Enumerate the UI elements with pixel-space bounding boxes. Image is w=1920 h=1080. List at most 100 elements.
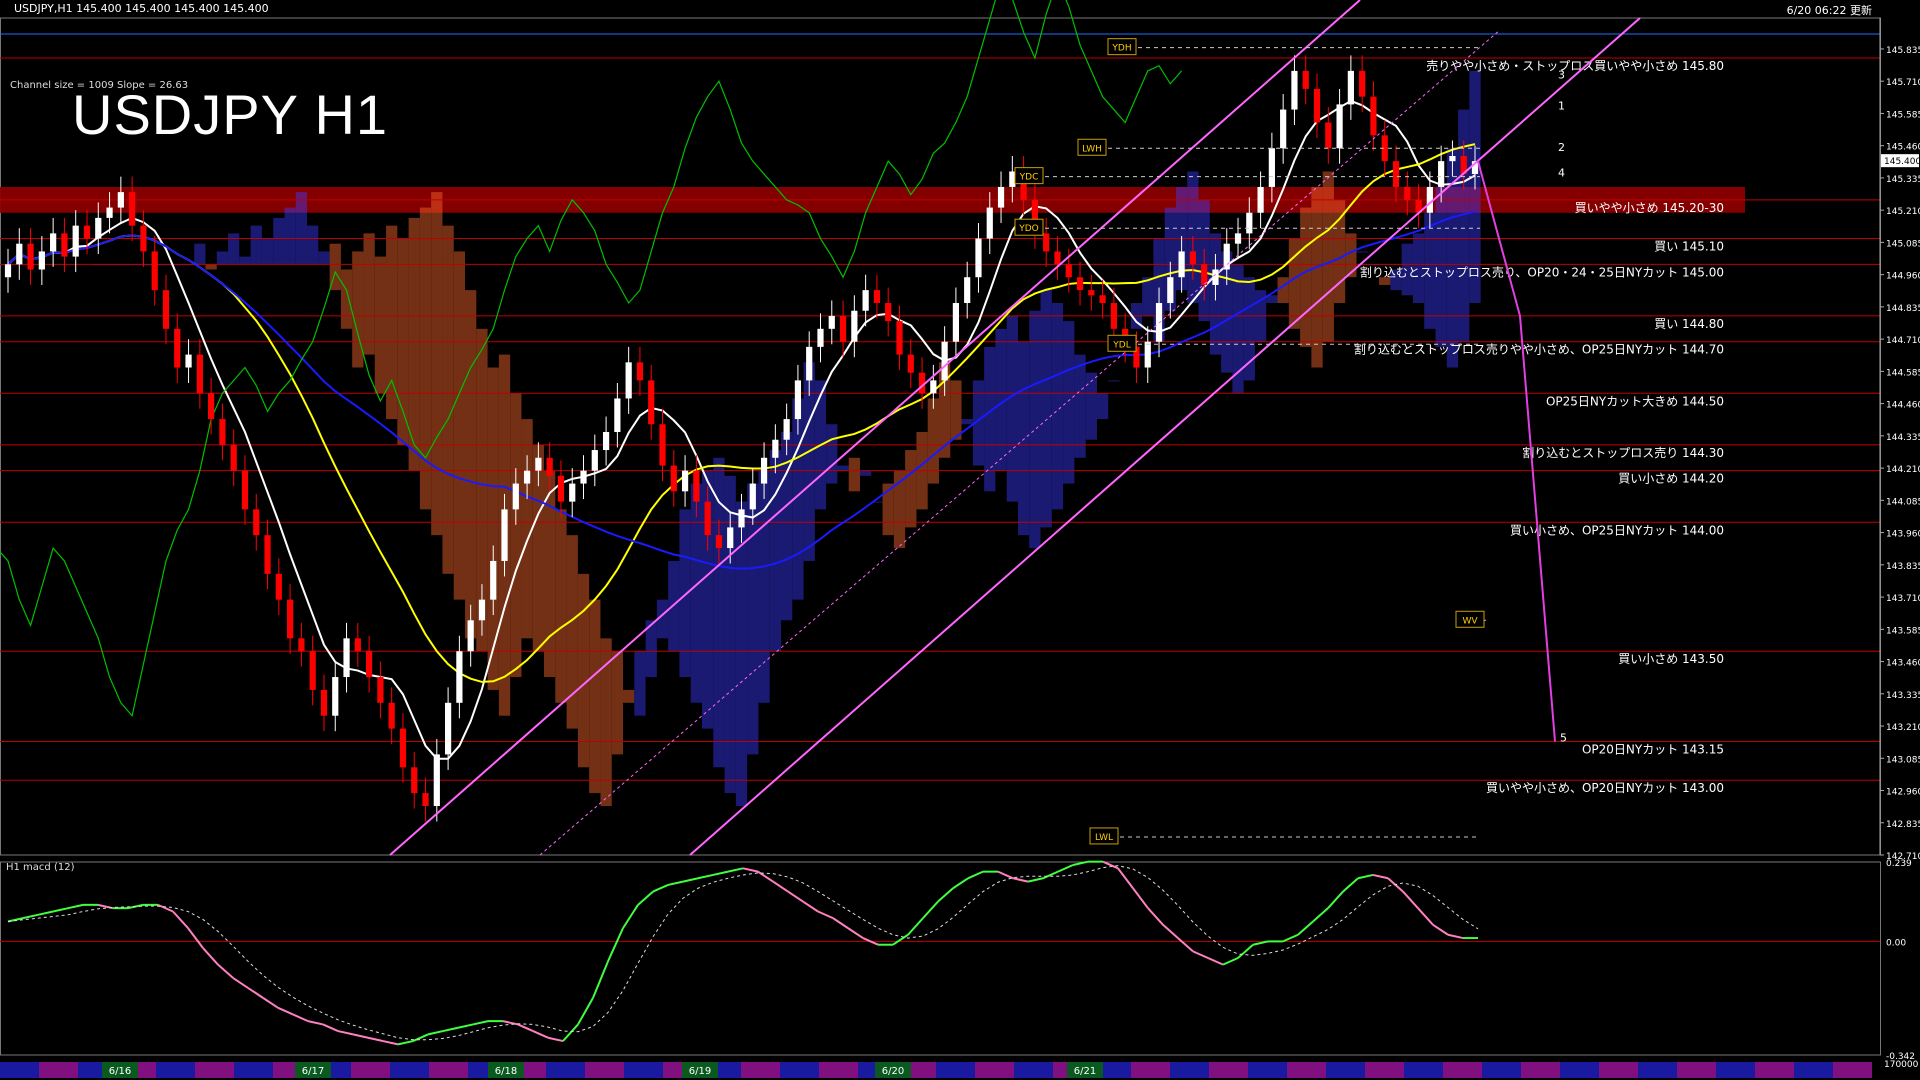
candle-body [4,264,12,278]
cloud-segment [1029,310,1041,549]
price-chart: 売りやや小さめ・ストップロス買いやや小さめ 145.80 買いやや小さめ 145.… [0,0,1920,1078]
candle-body [196,354,203,394]
date-bar-segment [1404,1062,1443,1078]
cloud-segment [713,457,725,768]
level-label: 買いやや小さめ、OP20日NYカット 143.00 [1486,781,1724,795]
macd-segment [1222,957,1239,966]
projection-label: 4 [1558,167,1565,180]
macd-segment [757,870,774,883]
reference-tag-label: WV [1462,616,1478,626]
level-label: 割り込むとストップロス売り 144.30 [1522,445,1724,460]
candle-body [253,509,260,536]
candle-body [1291,70,1298,110]
cloud-segment [555,509,567,703]
candle-body [704,501,711,536]
date-bar-segment [1638,1062,1677,1078]
macd-segment [922,900,939,919]
macd-segment [1207,957,1224,966]
candle-body [1099,295,1106,304]
date-bar-segment [780,1062,819,1078]
candle-body [478,599,486,621]
projection-label: 3 [1558,69,1565,82]
cloud-segment [1356,251,1368,253]
cloud-segment [1006,315,1018,502]
price-tick-label: 143.460 [1886,659,1920,669]
macd-segment [277,1006,294,1016]
macd-segment [1177,937,1194,953]
cloud-segment [735,501,748,806]
date-bar-segment [390,1062,429,1078]
candle-body [964,277,971,304]
candle-body [377,677,384,703]
macd-segment [682,877,699,883]
macd-segment [307,1020,324,1026]
candle-body [1449,155,1456,162]
date-label: 6/20 [882,1066,904,1077]
macd-segment [547,1036,564,1043]
candle-body [760,457,768,484]
macd-segment [952,877,969,890]
macd-segment [832,917,849,929]
macd-segment [1282,933,1299,943]
date-bar-segment [234,1062,273,1078]
macd-segment [907,917,924,936]
candle-body [50,233,57,252]
macd-tick-label: 0.00 [1886,938,1906,948]
date-bar-segment [1716,1062,1755,1078]
cloud-segment [307,225,319,265]
date-bar-segment [1677,1062,1716,1078]
cloud-segment [679,509,691,678]
candle-body [975,238,982,278]
macd-segment [817,910,834,920]
macd-segment [1192,950,1209,959]
cloud-segment [487,367,499,690]
cloud-segment [623,689,635,703]
projection-label: 5 [1560,732,1567,745]
candle-body [501,509,508,561]
candle-body [952,303,960,342]
macd-segment [457,1023,474,1029]
date-bar-segment [819,1062,858,1078]
cloud-segment [950,380,962,440]
candle-body [1426,186,1433,213]
candle-body [433,754,440,806]
price-tick-label: 143.835 [1886,562,1920,572]
date-bar-segment [1599,1062,1638,1078]
macd-segment [1132,887,1149,909]
level-label: 買い小さめ、OP25日NYカット 144.00 [1510,523,1724,537]
date-label: 6/17 [302,1066,324,1077]
date-bar-segment [156,1062,195,1078]
candle-body [106,207,113,218]
candle-body [907,354,914,373]
macd-segment [52,907,69,913]
price-tick-label: 145.710 [1886,78,1920,88]
candle-body [546,457,553,476]
macd-segment [472,1020,489,1026]
macd-segment [967,870,984,880]
macd-segment [22,913,39,920]
macd-segment [1042,870,1059,880]
candle-body [715,535,723,549]
candle-body [230,444,237,471]
candle-body [625,362,632,399]
macd-segment [532,1030,549,1039]
candle-body [681,470,689,492]
candle-body [467,620,474,652]
candle-body [343,638,350,678]
cloud-segment [273,217,285,265]
candle-body [1280,109,1287,149]
date-bar-segment [1326,1062,1365,1078]
candle-body [1167,277,1174,304]
candle-body [1336,104,1343,149]
level-label: 買い 144.80 [1654,317,1724,331]
cloud-segment [465,290,477,639]
candle-body [1438,161,1445,187]
date-bar-segment [1482,1062,1521,1078]
level-label: 売りやや小さめ・ストップロス買いやや小さめ 145.80 [1426,58,1724,73]
cloud-segment [284,207,296,265]
candle-body [1313,88,1321,123]
candle-body [749,483,756,510]
cloud-segment [216,251,229,265]
cloud-segment [510,393,522,678]
candle-body [1347,70,1354,105]
